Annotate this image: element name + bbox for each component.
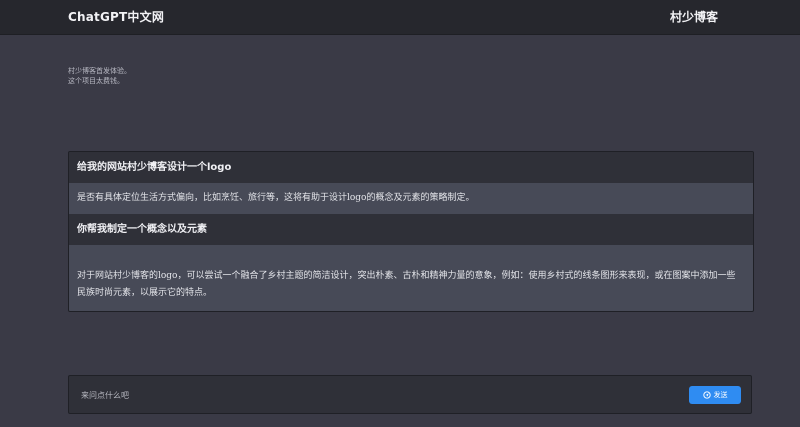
intro-line: 这个项目太费钱。 [68,77,124,85]
send-button[interactable]: 发送 [689,386,741,404]
send-button-label: 发送 [713,391,728,399]
site-name[interactable]: 村少博客 [670,8,718,25]
brand-logo-text[interactable]: ChatGPT中文网 [68,8,164,25]
intro-text: 村少博客首发体验。 这个项目太费钱。 [68,66,131,86]
user-message: 给我的网站村少博客设计一个logo [69,152,753,183]
send-icon [702,391,711,399]
intro-line: 村少博客首发体验。 [68,67,131,75]
conversation-panel: 给我的网站村少博客设计一个logo 是否有具体定位生活方式偏向，比如烹饪、旅行等… [68,151,754,312]
user-message: 你帮我制定一个概念以及元素 [69,214,753,245]
top-bar: ChatGPT中文网 村少博客 [0,0,800,35]
message-input[interactable] [77,385,685,405]
assistant-message: 是否有具体定位生活方式偏向，比如烹饪、旅行等，这将有助于设计logo的概念及元素… [69,183,753,214]
composer: 发送 [68,375,752,414]
assistant-message: 对于网站村少博客的logo，可以尝试一个融合了乡村主题的简洁设计，突出朴素、古朴… [69,245,753,311]
